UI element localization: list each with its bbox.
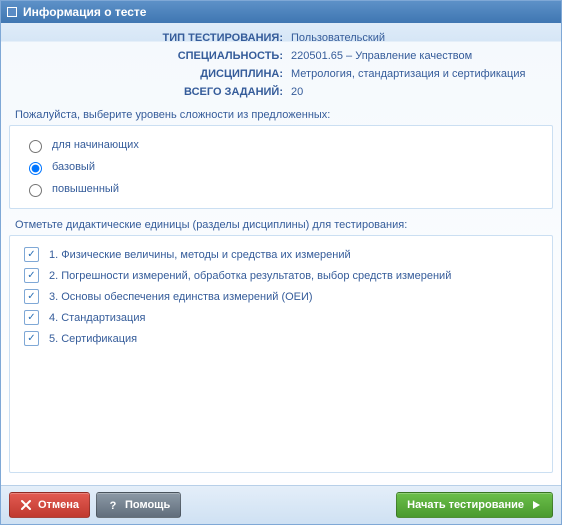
difficulty-label: повышенный — [52, 183, 119, 195]
info-value: Пользовательский — [287, 29, 553, 47]
help-icon: ? — [107, 499, 119, 511]
unit-label: 2. Погрешности измерений, обработка резу… — [49, 270, 451, 282]
unit-label: 1. Физические величины, методы и средств… — [49, 249, 351, 261]
info-label: СПЕЦИАЛЬНОСТЬ: — [9, 47, 287, 65]
button-label: Помощь — [125, 499, 170, 511]
info-value: Метрология, стандартизация и сертификаци… — [287, 65, 553, 83]
difficulty-radio[interactable] — [29, 140, 42, 153]
unit-item[interactable]: ✓ 1. Физические величины, методы и средс… — [18, 244, 544, 265]
unit-checkbox[interactable]: ✓ — [24, 331, 39, 346]
difficulty-panel: для начинающих базовый повышенный — [9, 125, 553, 209]
test-info-dialog: Информация о тесте ТИП ТЕСТИРОВАНИЯ: Пол… — [0, 0, 562, 525]
unit-checkbox[interactable]: ✓ — [24, 289, 39, 304]
unit-label: 5. Сертификация — [49, 333, 137, 345]
unit-item[interactable]: ✓ 4. Стандартизация — [18, 307, 544, 328]
help-button[interactable]: ? Помощь — [96, 492, 181, 518]
unit-item[interactable]: ✓ 2. Погрешности измерений, обработка ре… — [18, 265, 544, 286]
dialog-content: ТИП ТЕСТИРОВАНИЯ: Пользовательский СПЕЦИ… — [1, 23, 561, 485]
close-icon — [20, 499, 32, 511]
window-title: Информация о тесте — [23, 5, 146, 19]
button-label: Отмена — [38, 499, 79, 511]
svg-text:?: ? — [110, 500, 117, 511]
units-prompt: Отметьте дидактические единицы (разделы … — [9, 217, 553, 235]
dialog-footer: Отмена ? Помощь Начать тестирование — [1, 485, 561, 524]
difficulty-label: для начинающих — [52, 139, 139, 151]
info-label: ВСЕГО ЗАДАНИЙ: — [9, 83, 287, 101]
unit-checkbox[interactable]: ✓ — [24, 310, 39, 325]
titlebar: Информация о тесте — [1, 1, 561, 23]
units-panel: ✓ 1. Физические величины, методы и средс… — [9, 235, 553, 473]
unit-item[interactable]: ✓ 3. Основы обеспечения единства измерен… — [18, 286, 544, 307]
unit-item[interactable]: ✓ 5. Сертификация — [18, 328, 544, 349]
difficulty-option[interactable]: для начинающих — [18, 134, 544, 156]
cancel-button[interactable]: Отмена — [9, 492, 90, 518]
window-icon — [7, 7, 17, 17]
info-label: ДИСЦИПЛИНА: — [9, 65, 287, 83]
start-test-button[interactable]: Начать тестирование — [396, 492, 553, 518]
unit-label: 3. Основы обеспечения единства измерений… — [49, 291, 313, 303]
unit-checkbox[interactable]: ✓ — [24, 247, 39, 262]
difficulty-option[interactable]: повышенный — [18, 178, 544, 200]
info-label: ТИП ТЕСТИРОВАНИЯ: — [9, 29, 287, 47]
difficulty-prompt: Пожалуйста, выберите уровень сложности и… — [9, 107, 553, 125]
info-table: ТИП ТЕСТИРОВАНИЯ: Пользовательский СПЕЦИ… — [9, 29, 553, 101]
difficulty-radio[interactable] — [29, 162, 42, 175]
difficulty-radio[interactable] — [29, 184, 42, 197]
info-value: 20 — [287, 83, 553, 101]
difficulty-label: базовый — [52, 161, 95, 173]
difficulty-option[interactable]: базовый — [18, 156, 544, 178]
play-icon — [530, 499, 542, 511]
unit-checkbox[interactable]: ✓ — [24, 268, 39, 283]
info-value: 220501.65 – Управление качеством — [287, 47, 553, 65]
unit-label: 4. Стандартизация — [49, 312, 145, 324]
button-label: Начать тестирование — [407, 499, 524, 511]
